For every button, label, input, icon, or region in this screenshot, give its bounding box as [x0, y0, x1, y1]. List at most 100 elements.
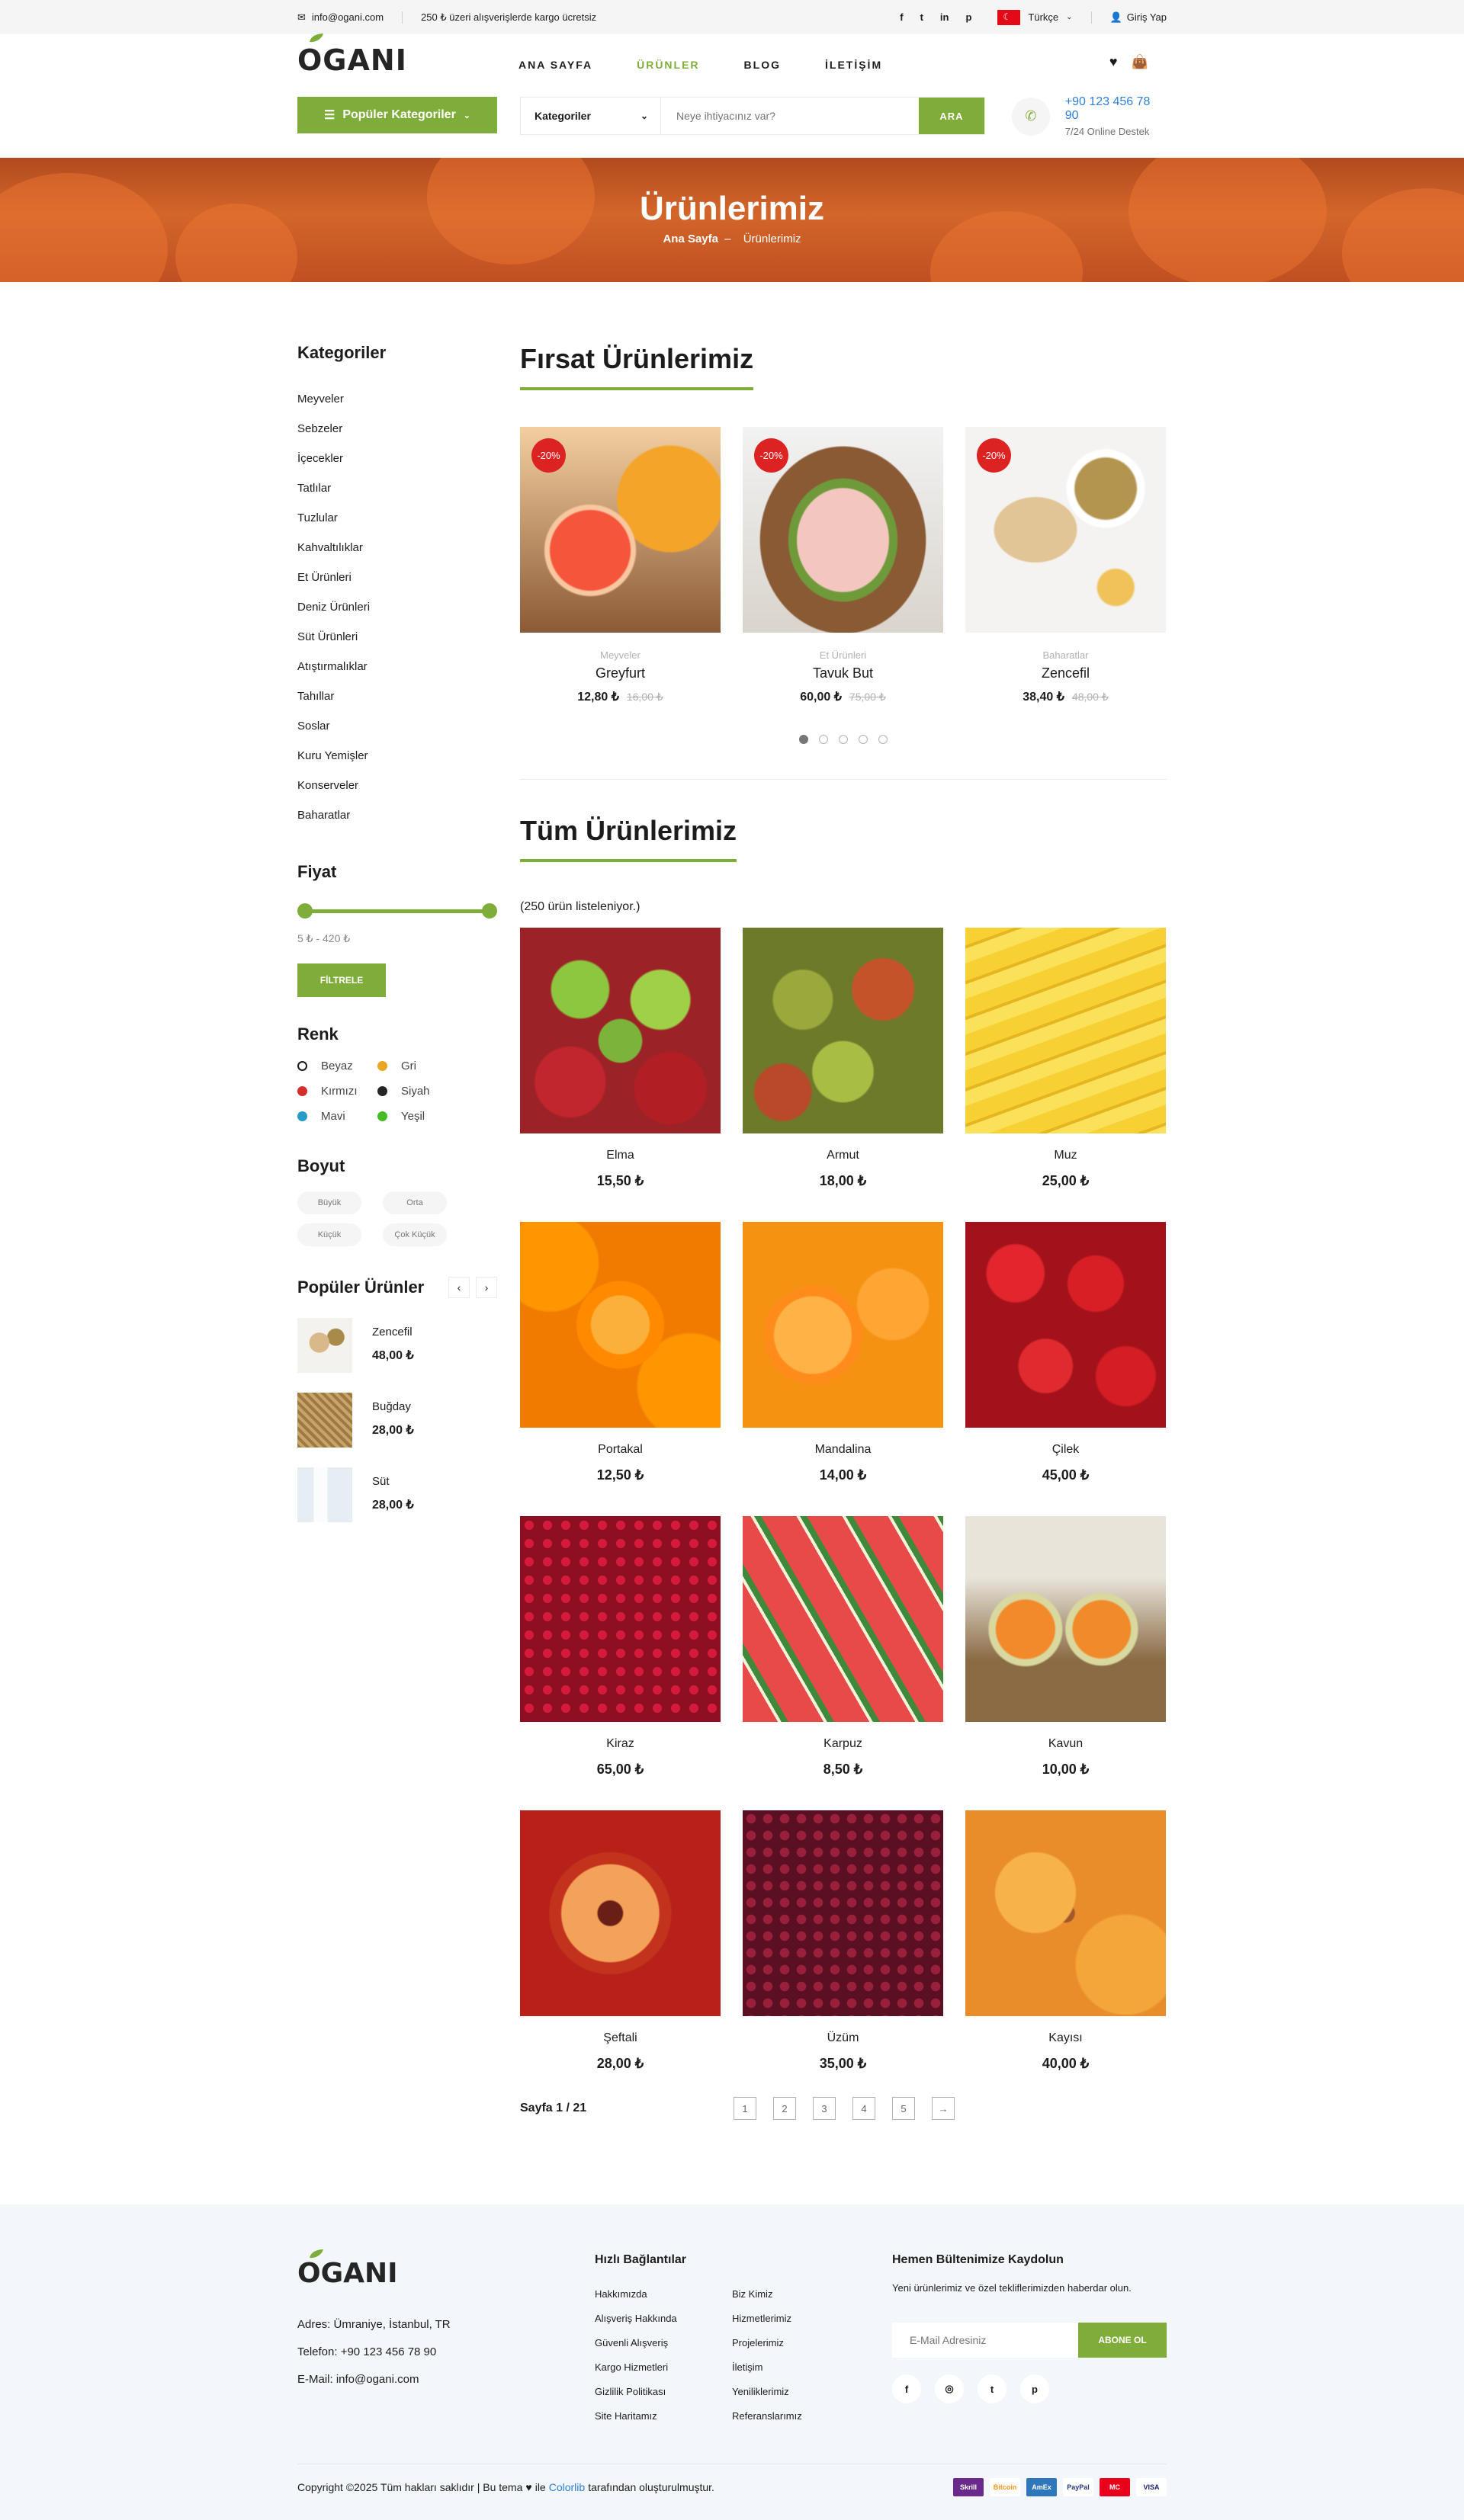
deal-card[interactable]: -20% Et Ürünleri Tavuk But 60,00 ₺ 75,00 … [743, 427, 943, 704]
footer-link[interactable]: Site Haritamız [595, 2404, 732, 2429]
carousel-dot[interactable] [878, 735, 888, 744]
facebook-icon[interactable]: f [900, 11, 903, 23]
size-option[interactable]: Büyük [297, 1191, 361, 1214]
twitter-icon[interactable]: t [920, 11, 923, 23]
price-slider-max-handle[interactable] [482, 903, 497, 919]
category-item[interactable]: Tahıllar [297, 681, 497, 711]
search-button[interactable]: ARA [919, 98, 984, 134]
page-button-5[interactable]: 5 [892, 2097, 915, 2120]
color-option-white[interactable]: Beyaz [297, 1060, 377, 1072]
carousel-dot[interactable] [799, 735, 808, 744]
facebook-icon[interactable]: f [892, 2374, 921, 2403]
footer-link[interactable]: Biz Kimiz [732, 2282, 854, 2307]
category-item[interactable]: Kahvaltılıklar [297, 533, 497, 563]
footer-link[interactable]: Projelerimiz [732, 2331, 854, 2355]
chevron-down-icon[interactable]: ⌄ [1066, 13, 1072, 21]
shopping-bag-icon[interactable]: 👜 [1132, 54, 1148, 70]
pinterest-icon[interactable]: p [1020, 2374, 1049, 2403]
category-item[interactable]: Soslar [297, 711, 497, 741]
color-option-gray[interactable]: Gri [377, 1060, 458, 1072]
category-item[interactable]: Sebzeler [297, 414, 497, 444]
footer-link[interactable]: Güvenli Alışveriş [595, 2331, 732, 2355]
popular-item[interactable]: Zencefil 48,00 ₺ [297, 1318, 497, 1373]
product-card[interactable]: Elma 15,50 ₺ [520, 928, 721, 1222]
prev-arrow-icon[interactable]: ‹ [448, 1277, 470, 1298]
turkish-flag-icon[interactable] [997, 9, 1021, 25]
colorlib-link[interactable]: Colorlib [549, 2481, 585, 2493]
category-item[interactable]: Kuru Yemişler [297, 741, 497, 771]
carousel-dot[interactable] [859, 735, 868, 744]
deal-name[interactable]: Tavuk But [743, 665, 943, 681]
carousel-dot[interactable] [839, 735, 848, 744]
footer-link[interactable]: Alışveriş Hakkında [595, 2307, 732, 2331]
category-item[interactable]: Tatlılar [297, 473, 497, 503]
page-button-2[interactable]: 2 [773, 2097, 796, 2120]
nav-products[interactable]: ÜRÜNLER [637, 59, 699, 71]
product-card[interactable]: Şeftali 28,00 ₺ [520, 1810, 721, 2105]
logo[interactable]: OGANI [297, 34, 407, 77]
topbar-email[interactable]: info@ogani.com [312, 11, 384, 23]
next-arrow-icon[interactable]: › [476, 1277, 497, 1298]
deal-card[interactable]: -20% Meyveler Greyfurt 12,80 ₺ 16,00 ₺ [520, 427, 721, 704]
search-input[interactable] [661, 98, 919, 134]
page-button-4[interactable]: 4 [852, 2097, 875, 2120]
color-option-green[interactable]: Yeşil [377, 1110, 458, 1123]
product-card[interactable]: Armut 18,00 ₺ [743, 928, 943, 1222]
heart-icon[interactable]: ♥ [1109, 54, 1118, 70]
product-card[interactable]: Çilek 45,00 ₺ [965, 1222, 1166, 1516]
nav-home[interactable]: ANA SAYFA [518, 59, 592, 71]
color-option-black[interactable]: Siyah [377, 1085, 458, 1098]
category-item[interactable]: Et Ürünleri [297, 563, 497, 592]
price-slider-min-handle[interactable] [297, 903, 313, 919]
size-option[interactable]: Küçük [297, 1223, 361, 1246]
subscribe-button[interactable]: ABONE OL [1078, 2323, 1167, 2358]
category-item[interactable]: İçecekler [297, 444, 497, 473]
categories-button[interactable]: ☰ Popüler Kategoriler ⌄ [297, 97, 497, 133]
footer-link[interactable]: Hizmetlerimiz [732, 2307, 854, 2331]
price-slider[interactable] [297, 903, 497, 919]
deal-name[interactable]: Greyfurt [520, 665, 721, 681]
footer-link[interactable]: Gizlilik Politikası [595, 2380, 732, 2404]
footer-link[interactable]: İletişim [732, 2355, 854, 2380]
category-item[interactable]: Konserveler [297, 771, 497, 800]
phone-number[interactable]: +90 123 456 78 90 [1065, 95, 1167, 123]
filter-button[interactable]: FİLTRELE [297, 963, 386, 997]
deal-card[interactable]: -20% Baharatlar Zencefil 38,40 ₺ 48,00 ₺ [965, 427, 1166, 704]
carousel-dot[interactable] [819, 735, 828, 744]
search-category-select[interactable]: Kategoriler ⌄ [521, 98, 661, 134]
login-link[interactable]: Giriş Yap [1127, 11, 1167, 23]
pinterest-icon[interactable]: p [965, 11, 971, 23]
size-option[interactable]: Orta [383, 1191, 447, 1214]
product-card[interactable]: Portakal 12,50 ₺ [520, 1222, 721, 1516]
footer-link[interactable]: Hakkımızda [595, 2282, 732, 2307]
popular-item[interactable]: Süt 28,00 ₺ [297, 1467, 497, 1522]
category-item[interactable]: Süt Ürünleri [297, 622, 497, 652]
twitter-icon[interactable]: t [978, 2374, 1006, 2403]
product-card[interactable]: Mandalina 14,00 ₺ [743, 1222, 943, 1516]
next-page-arrow-icon[interactable]: → [932, 2097, 955, 2120]
product-card[interactable]: Kiraz 65,00 ₺ [520, 1516, 721, 1810]
product-card[interactable]: Üzüm 35,00 ₺ [743, 1810, 943, 2105]
product-card[interactable]: Muz 25,00 ₺ [965, 928, 1166, 1222]
product-card[interactable]: Karpuz 8,50 ₺ [743, 1516, 943, 1810]
popular-item[interactable]: Buğday 28,00 ₺ [297, 1393, 497, 1448]
footer-link[interactable]: Kargo Hizmetleri [595, 2355, 732, 2380]
size-option[interactable]: Çok Küçük [383, 1223, 447, 1246]
category-item[interactable]: Meyveler [297, 384, 497, 414]
color-option-red[interactable]: Kırmızı [297, 1085, 377, 1098]
color-option-blue[interactable]: Mavi [297, 1110, 377, 1123]
nav-contact[interactable]: İLETİŞİM [825, 59, 882, 71]
newsletter-email-input[interactable] [892, 2323, 1078, 2358]
product-card[interactable]: Kavun 10,00 ₺ [965, 1516, 1166, 1810]
breadcrumb-home[interactable]: Ana Sayfa [663, 232, 718, 245]
deal-name[interactable]: Zencefil [965, 665, 1166, 681]
footer-logo[interactable]: OGANI [297, 2249, 398, 2289]
category-item[interactable]: Deniz Ürünleri [297, 592, 497, 622]
product-card[interactable]: Kayısı 40,00 ₺ [965, 1810, 1166, 2105]
instagram-icon[interactable]: ◎ [935, 2374, 964, 2403]
footer-link[interactable]: Yeniliklerimiz [732, 2380, 854, 2404]
linkedin-icon[interactable]: in [940, 11, 949, 23]
language-select[interactable]: Türkçe [1028, 11, 1058, 23]
category-item[interactable]: Baharatlar [297, 800, 497, 830]
page-button-3[interactable]: 3 [813, 2097, 836, 2120]
